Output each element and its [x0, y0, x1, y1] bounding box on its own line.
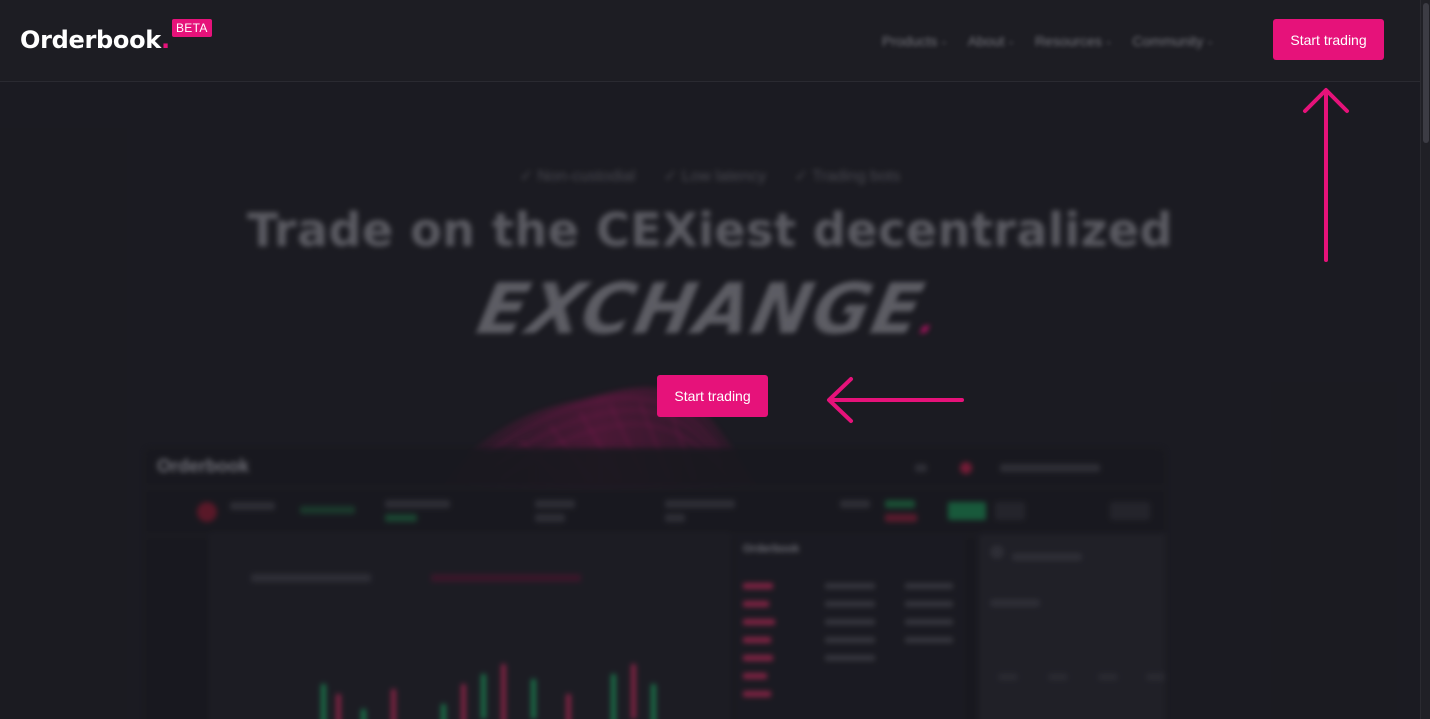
brand-dot: . [160, 26, 171, 54]
candle [531, 679, 536, 719]
nav-item-community[interactable]: Community ⌄ [1132, 30, 1213, 52]
preview-pill [990, 599, 1040, 607]
brand-logo[interactable]: Orderbook. BETA [20, 19, 212, 57]
feature-low-latency: ✓ Low latency [663, 168, 767, 185]
preview-pill [1000, 464, 1100, 472]
candle [441, 704, 446, 719]
order-row [743, 655, 773, 661]
scrollbar-thumb[interactable] [1423, 3, 1429, 143]
preview-pill [885, 514, 917, 522]
brand-name: Orderbook [20, 26, 161, 54]
nav-item-label: About [967, 33, 1005, 49]
preview-price-chart [210, 533, 730, 719]
preview-topbar: Orderbook [145, 448, 1165, 488]
preview-pill [1098, 673, 1118, 681]
order-row [825, 601, 875, 607]
preview-pill [535, 500, 575, 508]
left-arrow-icon [827, 377, 964, 423]
preview-pill [998, 673, 1018, 681]
preview-trade-panel [978, 533, 1165, 719]
preview-pill [1146, 673, 1165, 681]
app-preview-screenshot: Orderbook Orderbook [145, 448, 1165, 719]
nav-item-resources[interactable]: Resources ⌄ [1035, 30, 1112, 52]
chevron-down-icon: ⌄ [940, 36, 948, 46]
hero-title: Trade on the CEXiest decentralized [247, 203, 1173, 257]
order-row [825, 655, 875, 661]
preview-pill [1048, 673, 1068, 681]
order-row [743, 637, 771, 643]
preview-sell-button [995, 502, 1025, 520]
preview-pill [230, 502, 275, 510]
candle [391, 689, 396, 719]
nav-item-label: Community [1132, 33, 1204, 49]
candle [461, 684, 466, 719]
chevron-down-icon: ⌄ [1007, 36, 1015, 46]
feature-non-custodial: ✓ Non-custodial [519, 168, 636, 185]
order-row [905, 619, 953, 625]
hero-start-trading-button[interactable]: Start trading [657, 375, 768, 417]
preview-pill [840, 500, 870, 508]
preview-pill [300, 506, 355, 514]
candle [321, 684, 326, 719]
order-row [905, 637, 953, 643]
preview-orderbook-title: Orderbook [743, 543, 800, 555]
candle [631, 664, 636, 719]
order-row [743, 691, 771, 697]
preview-pill [1110, 502, 1150, 520]
order-row [743, 583, 773, 589]
preview-market-icon [197, 502, 217, 522]
preview-buy-button [948, 502, 986, 520]
nav-item-about[interactable]: About ⌄ [968, 30, 1015, 52]
candle [336, 694, 341, 719]
preview-pill [535, 514, 565, 522]
order-row [905, 583, 953, 589]
preview-pill [915, 464, 927, 472]
feature-trading-bots: ✓ Trading bots [794, 168, 901, 185]
chevron-down-icon: ⌄ [1104, 36, 1113, 46]
site-header: Orderbook. BETA Products ⌄ About ⌄ Resou… [0, 0, 1420, 82]
order-row [825, 619, 875, 625]
nav-item-products[interactable]: Products ⌄ [882, 30, 948, 52]
preview-app-name: Orderbook [157, 456, 250, 476]
candle [481, 674, 486, 719]
preview-pill [251, 574, 371, 582]
page-scrollbar[interactable] [1420, 0, 1430, 719]
nav-item-label: Resources [1034, 33, 1102, 49]
order-row [743, 619, 775, 625]
candle [361, 709, 366, 719]
hero-highlight-word: EXCHANGE. [0, 268, 1429, 350]
order-row [825, 583, 875, 589]
nav-item-label: Products [882, 33, 938, 49]
candle [501, 664, 506, 719]
preview-pill [431, 574, 581, 582]
main-nav: Products ⌄ About ⌄ Resources ⌄ Community… [882, 30, 1214, 52]
candle [651, 684, 656, 719]
preview-pill [885, 500, 915, 508]
order-row [825, 637, 875, 643]
order-row [743, 673, 767, 679]
hero-highlight-text: EXCHANGE [471, 268, 932, 350]
preview-pill [665, 500, 735, 508]
landing-page: Orderbook. BETA Products ⌄ About ⌄ Resou… [0, 0, 1430, 719]
preview-market-bar [145, 488, 1165, 536]
preview-status-dot [960, 462, 972, 474]
preview-pill [665, 514, 685, 522]
preview-orderbook: Orderbook [735, 533, 965, 719]
feature-list: ✓ Non-custodial ✓ Low latency ✓ Trading … [0, 166, 1420, 186]
candle [611, 674, 616, 719]
preview-pill [385, 514, 417, 522]
preview-pill [1012, 553, 1082, 561]
preview-pill [990, 545, 1004, 559]
candle [566, 694, 571, 719]
order-row [743, 601, 769, 607]
beta-badge: BETA [172, 19, 212, 37]
header-start-trading-button[interactable]: Start trading [1273, 19, 1384, 60]
order-row [905, 601, 953, 607]
preview-pill [385, 500, 450, 508]
chevron-down-icon: ⌄ [1206, 36, 1214, 46]
